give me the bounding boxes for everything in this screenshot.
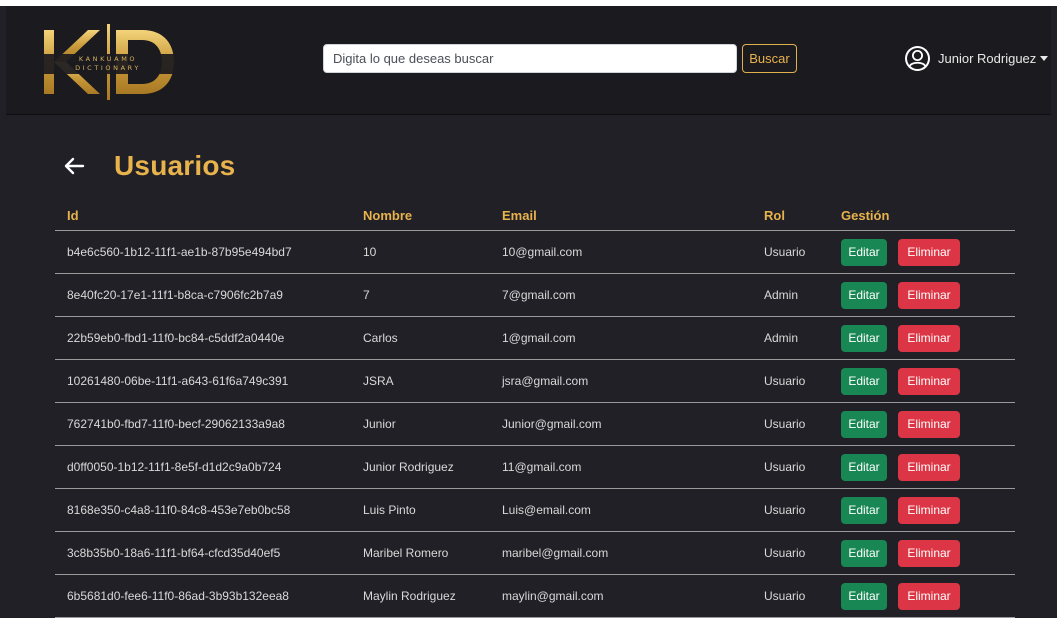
cell-actions: Editar Eliminar: [829, 359, 1015, 403]
cell-email: maribel@gmail.com: [490, 531, 752, 575]
cell-rol: Usuario: [752, 230, 829, 274]
cell-rol: Usuario: [752, 574, 829, 618]
cell-id: 10261480-06be-11f1-a643-61f6a749c391: [55, 359, 351, 403]
column-header-nombre: Nombre: [351, 200, 490, 231]
cell-rol: Usuario: [752, 445, 829, 489]
table-row: d0ff0050-1b12-11f1-8e5f-d1d2c9a0b724 Jun…: [55, 445, 1015, 489]
delete-button[interactable]: Eliminar: [898, 324, 960, 352]
cell-rol: Usuario: [752, 359, 829, 403]
column-header-email: Email: [490, 200, 752, 231]
navbar: KD KANKUAMO DICTIONARY Buscar Junior Rod…: [6, 6, 1051, 115]
cell-actions: Editar Eliminar: [829, 402, 1015, 446]
cell-id: 8168e350-c4a8-11f0-84c8-453e7eb0bc58: [55, 488, 351, 532]
search-button[interactable]: Buscar: [742, 44, 797, 73]
cell-email: 1@gmail.com: [490, 316, 752, 360]
cell-email: Junior@gmail.com: [490, 402, 752, 446]
cell-rol: Admin: [752, 316, 829, 360]
cell-nombre: Carlos: [351, 316, 490, 360]
brand-line-1: KANKUAMO: [78, 55, 138, 63]
edit-button[interactable]: Editar: [841, 238, 887, 266]
delete-button[interactable]: Eliminar: [898, 238, 960, 266]
delete-button[interactable]: Eliminar: [898, 410, 960, 438]
table-row: 8168e350-c4a8-11f0-84c8-453e7eb0bc58 Lui…: [55, 488, 1015, 532]
cell-nombre: 10: [351, 230, 490, 274]
cell-nombre: Junior: [351, 402, 490, 446]
cell-rol: Admin: [752, 273, 829, 317]
column-header-gestion: Gestión: [829, 200, 1015, 231]
cell-actions: Editar Eliminar: [829, 316, 1015, 360]
delete-button[interactable]: Eliminar: [898, 539, 960, 567]
cell-rol: Usuario: [752, 402, 829, 446]
cell-nombre: Luis Pinto: [351, 488, 490, 532]
edit-button[interactable]: Editar: [841, 453, 887, 481]
edit-button[interactable]: Editar: [841, 281, 887, 309]
user-menu-toggle[interactable]: Junior Rodriguez: [904, 44, 1049, 73]
cell-actions: Editar Eliminar: [829, 574, 1015, 618]
page-title: Usuarios: [114, 150, 236, 181]
brand-logo[interactable]: KD KANKUAMO DICTIONARY: [38, 24, 178, 100]
caret-down-icon: [1040, 56, 1049, 61]
cell-id: d0ff0050-1b12-11f1-8e5f-d1d2c9a0b724: [55, 445, 351, 489]
cell-actions: Editar Eliminar: [829, 488, 1015, 532]
cell-actions: Editar Eliminar: [829, 230, 1015, 274]
cell-email: 10@gmail.com: [490, 230, 752, 274]
cell-id: 3c8b35b0-18a6-11f1-bf64-cfcd35d40ef5: [55, 531, 351, 575]
cell-email: 7@gmail.com: [490, 273, 752, 317]
edit-button[interactable]: Editar: [841, 367, 887, 395]
cell-nombre: JSRA: [351, 359, 490, 403]
users-table: Id Nombre Email Rol Gestión b4e6c560-1b1…: [55, 200, 1015, 618]
edit-button[interactable]: Editar: [841, 496, 887, 524]
brand-line-2: DICTIONARY: [75, 64, 141, 72]
cell-nombre: Maribel Romero: [351, 531, 490, 575]
table-row: 22b59eb0-fbd1-11f0-bc84-c5ddf2a0440e Car…: [55, 316, 1015, 360]
table-row: 6b5681d0-fee6-11f0-86ad-3b93b132eea8 May…: [55, 574, 1015, 618]
delete-button[interactable]: Eliminar: [898, 582, 960, 610]
edit-button[interactable]: Editar: [841, 539, 887, 567]
cell-email: maylin@gmail.com: [490, 574, 752, 618]
delete-button[interactable]: Eliminar: [898, 367, 960, 395]
table-header-row: Id Nombre Email Rol Gestión: [55, 200, 1015, 231]
cell-id: 6b5681d0-fee6-11f0-86ad-3b93b132eea8: [55, 574, 351, 618]
table-row: 3c8b35b0-18a6-11f1-bf64-cfcd35d40ef5 Mar…: [55, 531, 1015, 575]
user-name: Junior Rodriguez: [938, 51, 1037, 66]
table-row: b4e6c560-1b12-11f1-ae1b-87b95e494bd7 10 …: [55, 230, 1015, 274]
user-circle-icon: [905, 46, 930, 71]
arrow-left-icon[interactable]: [62, 154, 86, 178]
cell-rol: Usuario: [752, 488, 829, 532]
cell-nombre: Junior Rodriguez: [351, 445, 490, 489]
cell-nombre: Maylin Rodriguez: [351, 574, 490, 618]
cell-id: 762741b0-fbd7-11f0-becf-29062133a9a8: [55, 402, 351, 446]
search-input[interactable]: [323, 44, 737, 73]
edit-button[interactable]: Editar: [841, 324, 887, 352]
cell-email: Luis@email.com: [490, 488, 752, 532]
cell-nombre: 7: [351, 273, 490, 317]
delete-button[interactable]: Eliminar: [898, 453, 960, 481]
cell-actions: Editar Eliminar: [829, 273, 1015, 317]
cell-id: b4e6c560-1b12-11f1-ae1b-87b95e494bd7: [55, 230, 351, 274]
page-header: Usuarios: [62, 150, 235, 182]
column-header-id: Id: [55, 200, 351, 231]
cell-email: jsra@gmail.com: [490, 359, 752, 403]
cell-id: 8e40fc20-17e1-11f1-b8ca-c7906fc2b7a9: [55, 273, 351, 317]
cell-actions: Editar Eliminar: [829, 445, 1015, 489]
cell-actions: Editar Eliminar: [829, 531, 1015, 575]
table-row: 10261480-06be-11f1-a643-61f6a749c391 JSR…: [55, 359, 1015, 403]
table-row: 8e40fc20-17e1-11f1-b8ca-c7906fc2b7a9 7 7…: [55, 273, 1015, 317]
table-row: 762741b0-fbd7-11f0-becf-29062133a9a8 Jun…: [55, 402, 1015, 446]
cell-email: 11@gmail.com: [490, 445, 752, 489]
edit-button[interactable]: Editar: [841, 410, 887, 438]
delete-button[interactable]: Eliminar: [898, 496, 960, 524]
delete-button[interactable]: Eliminar: [898, 281, 960, 309]
edit-button[interactable]: Editar: [841, 582, 887, 610]
cell-rol: Usuario: [752, 531, 829, 575]
cell-id: 22b59eb0-fbd1-11f0-bc84-c5ddf2a0440e: [55, 316, 351, 360]
column-header-rol: Rol: [752, 200, 829, 231]
